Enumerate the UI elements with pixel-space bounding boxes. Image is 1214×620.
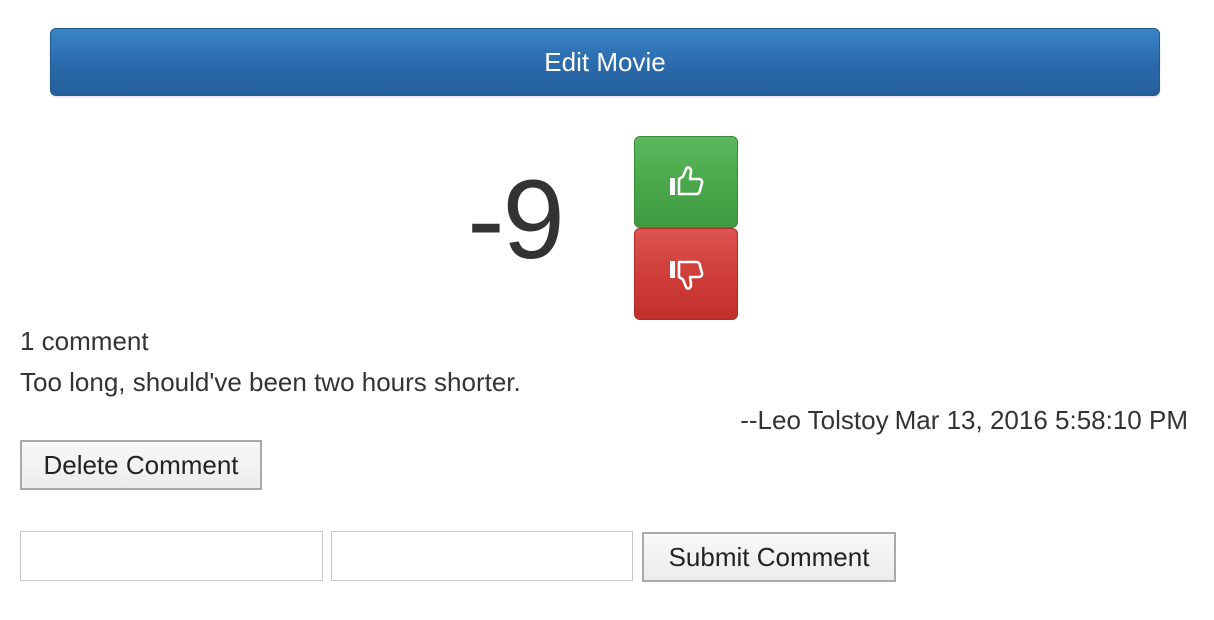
delete-comment-button[interactable]: Delete Comment [20,440,262,490]
thumbs-up-icon [667,163,705,201]
comment-count: 1 comment [20,326,149,356]
edit-movie-button[interactable]: Edit Movie [50,28,1160,96]
comment-text-input[interactable] [331,531,633,581]
thumbs-down-icon [667,255,705,293]
comment-text: Too long, should've been two hours short… [20,367,521,397]
comment-author-input[interactable] [20,531,323,581]
upvote-button[interactable] [634,136,738,228]
comment-timestamp: Mar 13, 2016 5:58:10 PM [894,405,1188,435]
comment-author: --Leo Tolstoy [740,405,889,435]
submit-comment-button[interactable]: Submit Comment [642,532,896,582]
vote-score: -9 [467,157,565,282]
downvote-button[interactable] [634,228,738,320]
comment-meta: --Leo Tolstoy Mar 13, 2016 5:58:10 PM [740,405,1188,435]
